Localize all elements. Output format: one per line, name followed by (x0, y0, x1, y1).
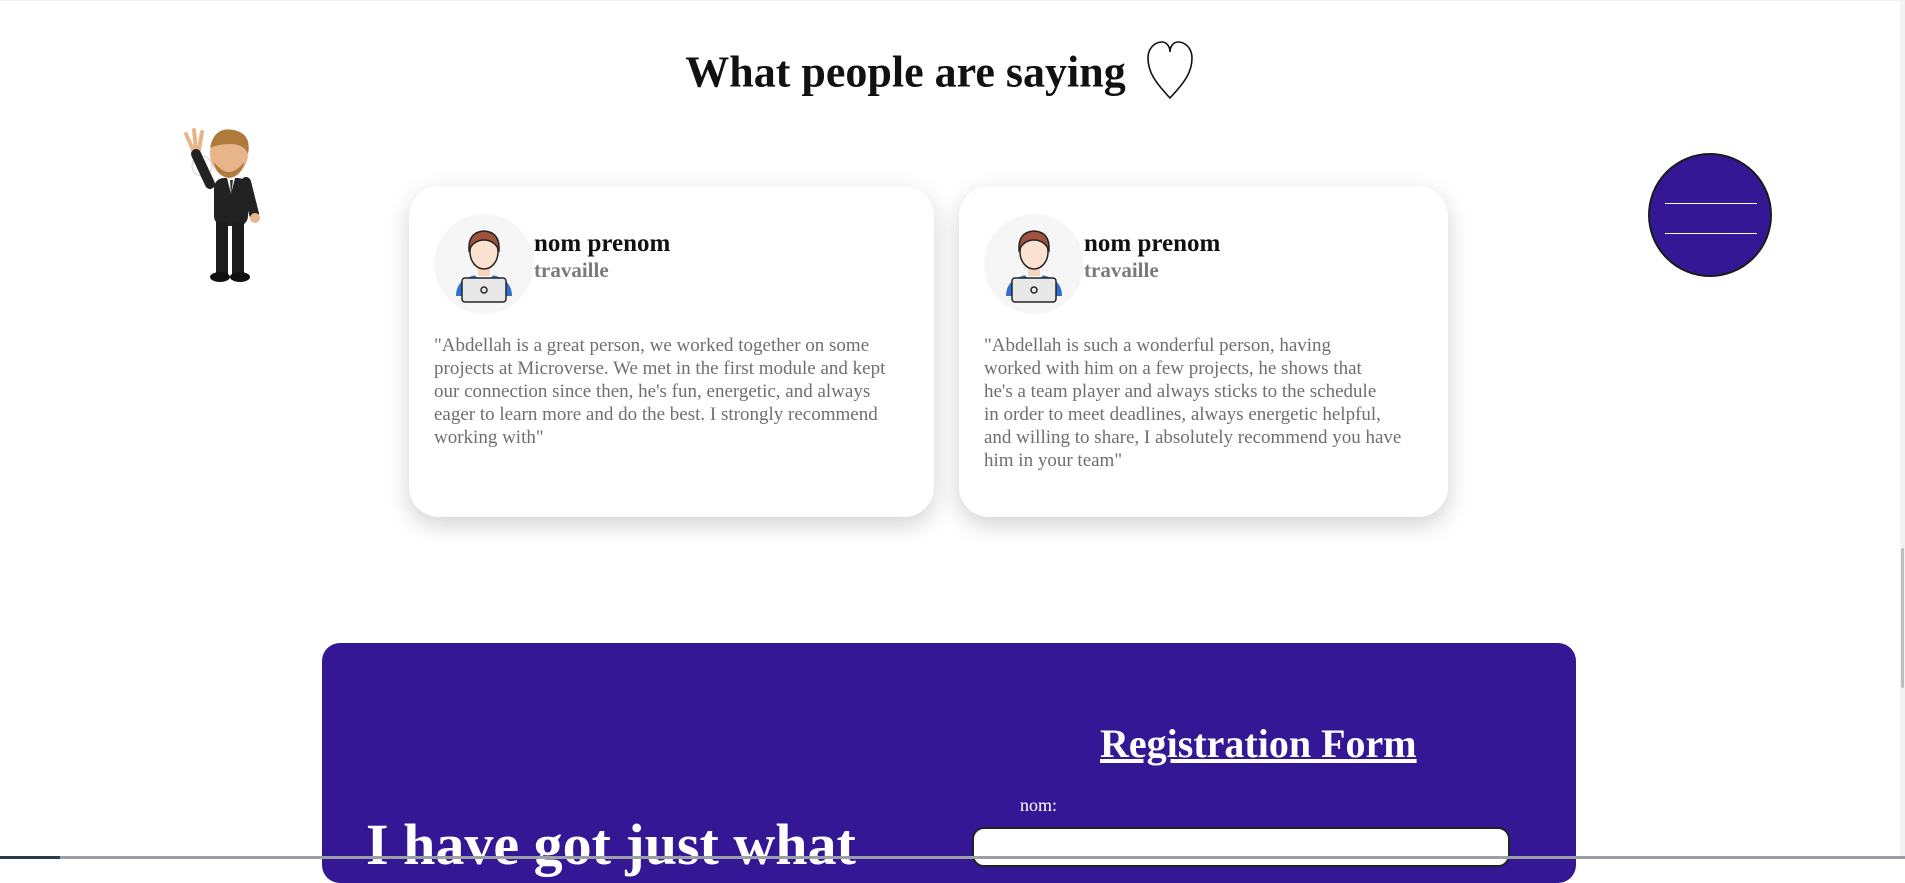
heart-icon (1145, 40, 1195, 113)
card-name: nom prenom (534, 230, 671, 257)
quote-line: projects at Microverse. We met in the fi… (434, 358, 886, 379)
page-scrollbar[interactable] (1900, 0, 1905, 859)
quote-line: him in your team" (984, 450, 1123, 471)
scrollbar-thumb[interactable] (1901, 548, 1904, 688)
quote-line: worked with him on a few projects, he sh… (984, 358, 1362, 379)
waving-avatar (172, 124, 272, 288)
quote-line: "Abdellah is a great person, we worked t… (434, 335, 870, 356)
card-quote: "Abdellah is a great person, we worked t… (434, 334, 885, 449)
card-name: nom prenom (1084, 230, 1221, 257)
card-quote: "Abdellah is such a wonderful person, ha… (984, 334, 1401, 472)
testimonials-title: What people are saying (685, 47, 1126, 97)
menu-button[interactable] (1648, 153, 1772, 277)
card-role: travaille (534, 258, 609, 282)
contact-headline: I have got just what (366, 812, 856, 877)
nom-label: nom: (1020, 795, 1058, 815)
card-role: travaille (1084, 258, 1159, 282)
registration-form-title: Registration Form (1100, 721, 1417, 766)
hamburger-menu-line (1665, 233, 1757, 234)
hamburger-menu-icon (1665, 203, 1757, 204)
testimonial-card: nom prenom travaille "Abdellah is such a… (959, 186, 1448, 517)
user-avatar-icon (984, 214, 1084, 314)
quote-line: our connection since then, he's fun, ene… (434, 381, 871, 402)
quote-line: he's a team player and always sticks to … (984, 381, 1377, 402)
top-divider (0, 0, 1900, 1)
testimonials-heading: What people are saying (0, 40, 1880, 113)
testimonial-card: nom prenom travaille "Abdellah is a grea… (409, 186, 934, 517)
nom-input[interactable] (972, 827, 1510, 867)
user-avatar-icon (434, 214, 534, 314)
quote-line: eager to learn more and do the best. I s… (434, 404, 878, 425)
quote-line: "Abdellah is such a wonderful person, ha… (984, 335, 1332, 356)
contact-section: I have got just what Registration Form n… (322, 643, 1576, 883)
quote-line: and willing to share, I absolutely recom… (984, 427, 1402, 448)
quote-line: in order to meet deadlines, always energ… (984, 404, 1381, 425)
quote-line: working with" (434, 427, 544, 448)
